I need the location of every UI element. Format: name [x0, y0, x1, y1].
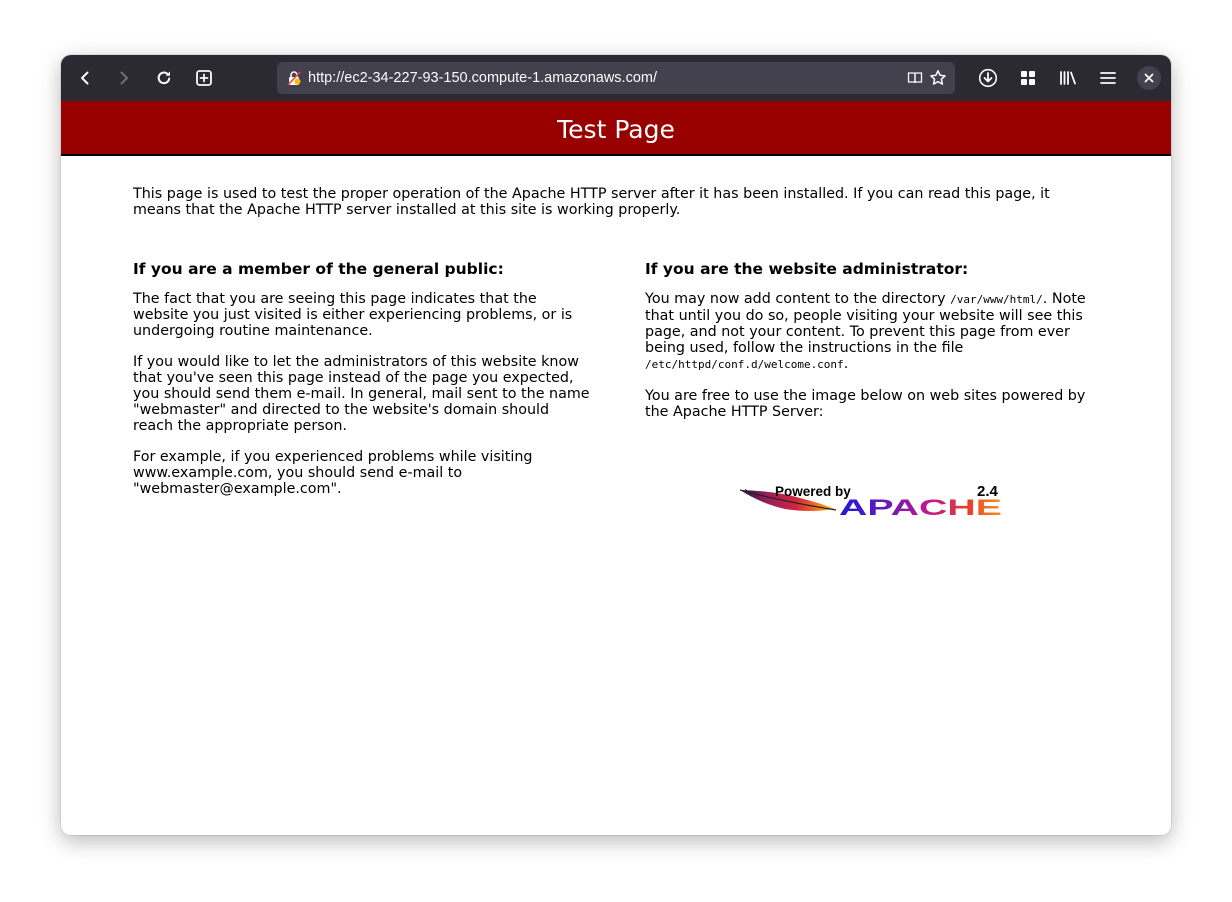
public-heading: If you are a member of the general publi… — [133, 260, 504, 278]
close-window-button[interactable] — [1137, 66, 1161, 90]
public-paragraph-2: If you would like to let the administrat… — [133, 354, 590, 434]
page-title: Test Page — [557, 115, 675, 144]
intro-paragraph: This page is used to test the proper ope… — [133, 186, 1050, 218]
public-section: If you are a member of the general publi… — [133, 260, 593, 512]
library-button[interactable] — [1053, 63, 1083, 93]
extensions-button[interactable] — [1013, 63, 1043, 93]
admin-heading: If you are the website administrator: — [645, 260, 969, 278]
apache-wordmark: APACHE — [839, 495, 1002, 518]
admin-text-a: You may now add content to the directory — [645, 291, 951, 307]
admin-section: If you are the website administrator: Yo… — [645, 260, 1093, 435]
downloads-button[interactable] — [973, 63, 1003, 93]
admin-paragraph-1: You may now add content to the directory… — [645, 291, 1093, 373]
reload-icon — [157, 71, 171, 85]
browser-toolbar: http://ec2-34-227-93-150.compute-1.amazo… — [61, 55, 1171, 101]
close-icon — [1144, 73, 1154, 83]
menu-button[interactable] — [1093, 63, 1123, 93]
url-bar[interactable]: http://ec2-34-227-93-150.compute-1.amazo… — [277, 62, 955, 94]
grid-icon — [1021, 71, 1035, 85]
reload-button[interactable] — [149, 63, 179, 93]
web-root-path: /var/www/html/ — [950, 293, 1043, 306]
public-paragraph-3: For example, if you experienced problems… — [133, 449, 533, 497]
bookmark-star-icon[interactable] — [929, 69, 947, 87]
browser-window: http://ec2-34-227-93-150.compute-1.amazo… — [61, 55, 1171, 835]
admin-text-c: . — [843, 356, 849, 372]
admin-paragraph-2: You are free to use the image below on w… — [645, 388, 1086, 420]
insecure-lock-icon[interactable] — [286, 70, 302, 86]
download-icon — [978, 68, 998, 88]
forward-arrow-icon — [120, 71, 128, 85]
page-content: Test Page This page is used to test the … — [61, 101, 1171, 835]
forward-button[interactable] — [109, 63, 139, 93]
public-paragraph-1: The fact that you are seeing this page i… — [133, 291, 573, 339]
url-text[interactable]: http://ec2-34-227-93-150.compute-1.amazo… — [308, 62, 657, 94]
new-tab-button[interactable] — [189, 63, 219, 93]
reader-view-icon[interactable] — [907, 70, 923, 86]
hamburger-menu-icon — [1100, 72, 1116, 84]
new-tab-icon — [196, 70, 212, 86]
page-banner: Test Page — [61, 101, 1171, 156]
back-button[interactable] — [70, 63, 100, 93]
welcome-conf-path: /etc/httpd/conf.d/welcome.conf — [645, 358, 844, 371]
back-arrow-icon — [81, 71, 89, 85]
powered-by-apache-logo: Powered by 2.4 APACHE — [740, 483, 1002, 518]
library-icon — [1060, 71, 1076, 85]
